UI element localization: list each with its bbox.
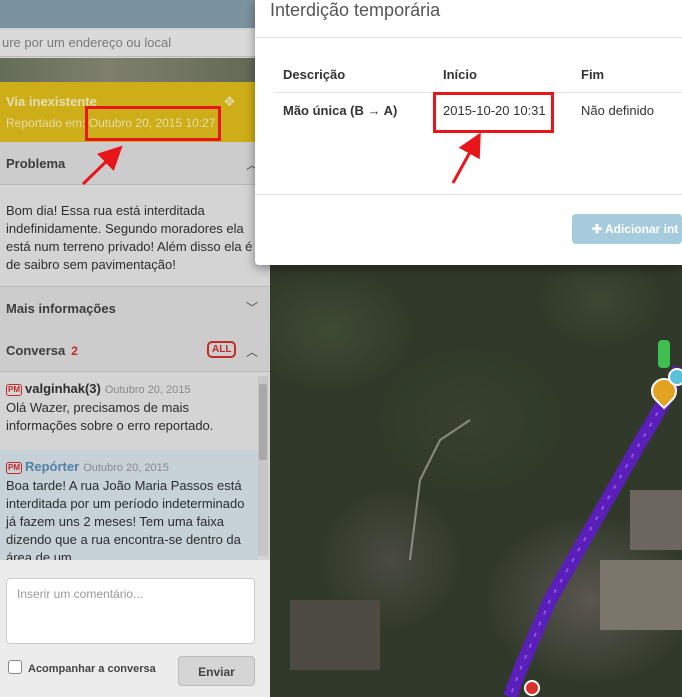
conversation-count: 2 xyxy=(71,344,78,358)
building-block xyxy=(290,600,380,670)
message-text: Olá Wazer, precisamos de mais informaçõe… xyxy=(6,400,214,433)
problem-text: Bom dia! Essa rua está interditada indef… xyxy=(6,203,253,272)
chevron-down-icon[interactable]: ﹀ xyxy=(246,299,258,316)
conversation-heading: Conversa xyxy=(6,343,66,358)
no-entry-icon[interactable] xyxy=(524,680,540,696)
building-block xyxy=(630,490,682,550)
conversation-heading-line: Conversa 2 xyxy=(6,343,78,358)
section-more-info[interactable]: Mais informações ﹀ xyxy=(0,286,270,330)
more-info-heading: Mais informações xyxy=(6,301,116,316)
imagery-strip xyxy=(0,58,270,82)
move-icon[interactable]: ✥ xyxy=(224,94,235,110)
send-button[interactable]: Enviar xyxy=(178,656,255,686)
report-title: Via inexistente xyxy=(6,94,97,109)
divider xyxy=(255,194,682,195)
comment-input[interactable]: Inserir um comentário... xyxy=(6,578,255,644)
list-item: PM valginhak(3) Outubro 20, 2015 Olá Wazer… xyxy=(0,374,258,444)
top-bar xyxy=(0,0,270,28)
add-closure-button[interactable]: ✚ Adicionar int xyxy=(572,214,682,244)
closure-description: Mão única (B → A) xyxy=(283,103,398,118)
message-date: Outubro 20, 2015 xyxy=(104,384,191,396)
pm-icon[interactable]: PM xyxy=(6,462,22,474)
message-author[interactable]: valginhak(3) xyxy=(25,381,101,396)
column-header-start: Início xyxy=(443,67,477,82)
dialog-title: Interdição temporária xyxy=(270,0,441,20)
message-author[interactable]: Repórter xyxy=(25,459,79,474)
chevron-up-icon[interactable]: ︿ xyxy=(246,343,258,360)
section-problem[interactable]: Problema ︿ xyxy=(0,142,270,185)
column-header-description: Descrição xyxy=(283,67,346,82)
closure-end: Não definido xyxy=(581,103,654,118)
map-marker-icon[interactable] xyxy=(668,368,682,386)
search-input[interactable]: ure por um endereço ou local xyxy=(0,30,264,57)
follow-checkbox[interactable] xyxy=(8,660,22,674)
highlight-box xyxy=(85,106,221,141)
all-chat-icon[interactable]: ALL xyxy=(207,341,237,358)
building-block xyxy=(600,560,682,630)
pm-icon[interactable]: PM xyxy=(6,384,22,396)
reported-label: Reportado em: xyxy=(6,116,86,130)
message-text: Boa tarde! A rua João Maria Passos está … xyxy=(6,478,245,560)
path-trail xyxy=(409,419,471,561)
problem-heading: Problema xyxy=(6,156,66,171)
follow-label: Acompanhar a conversa xyxy=(28,663,156,675)
column-header-end: Fim xyxy=(581,67,605,82)
scroll-thumb[interactable] xyxy=(259,384,267,460)
list-item: PM Repórter Outubro 20, 2015 Boa tarde! A … xyxy=(0,450,258,560)
divider xyxy=(255,37,682,38)
follow-conversation[interactable]: Acompanhar a conversa xyxy=(8,660,156,675)
highlight-box xyxy=(433,92,554,133)
flag-icon[interactable] xyxy=(658,340,670,368)
conversation-scrollbar[interactable] xyxy=(258,376,268,556)
message-date: Outubro 20, 2015 xyxy=(83,462,169,474)
report-panel: ure por um endereço ou local Via inexist… xyxy=(0,0,270,697)
